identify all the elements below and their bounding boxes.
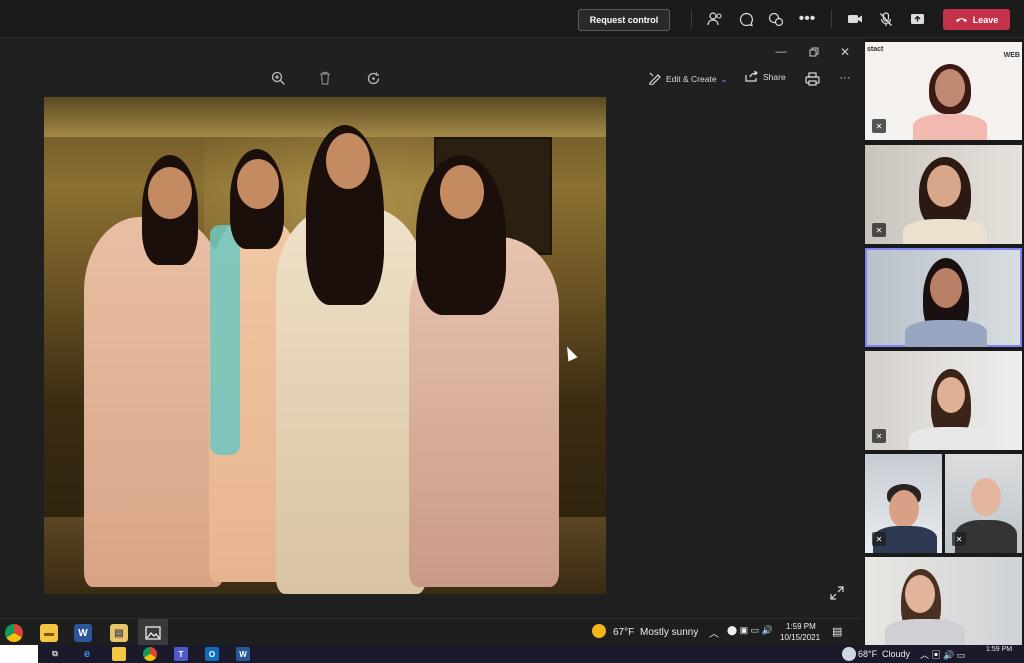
divider [831,10,832,28]
request-control-button[interactable]: Request control [578,9,670,31]
local-taskbar: ⧉ e T O W 68°F Cloudy ︿ ▣ 🔊 ▭ 1:59 PM [0,645,1024,663]
participant-face [927,165,961,207]
weather-temp[interactable]: 67°F [613,627,634,638]
participant-body [885,619,965,647]
edit-create-label: Edit & Create [666,74,717,84]
folder-icon[interactable]: ▬ [40,624,58,642]
logo-text: stact [867,46,884,53]
mic-off-icon: ✕ [872,532,886,546]
weather-text[interactable]: Mostly sunny [640,627,698,638]
participant-face [889,490,919,528]
camera-icon[interactable] [846,10,864,28]
participant-tile[interactable]: ✕ [945,454,1022,553]
share-button[interactable]: Share [745,70,786,84]
phone-icon [955,15,968,25]
chevron-up-icon[interactable]: ︿ [709,625,719,640]
photos-icon [145,625,161,640]
outlook-icon[interactable]: O [205,647,219,661]
weather-sunny-icon[interactable] [592,624,606,638]
edit-create-button[interactable]: Edit & Create ⌄ [648,71,727,87]
divider [691,10,692,28]
participant-tile[interactable]: ✕ [865,351,1022,450]
participant-body [913,114,987,140]
photos-app-window: — ✕ Edit & Create ⌄ Share ··· [0,39,862,618]
photos-taskbar-button[interactable] [138,619,168,646]
participant-face [971,478,1001,516]
more-icon[interactable]: ··· [836,69,854,87]
photo-face [326,133,370,189]
weather-temp[interactable]: 68°F [858,649,877,659]
participant-body [903,219,987,244]
participant-body [905,320,987,347]
tray-icons[interactable]: ⬤ ▣ ▭ 🔊 [727,625,773,636]
minimize-icon[interactable]: — [773,44,789,60]
share-label: Share [763,72,786,82]
weather-cloudy-icon[interactable] [842,647,856,661]
teams-meeting-bar: Request control ••• Leave [0,0,1024,38]
photo-figure [84,217,224,587]
delete-icon[interactable] [316,69,334,87]
mic-off-icon[interactable] [877,10,895,28]
participant-body [909,427,993,450]
close-icon[interactable]: ✕ [837,44,853,60]
word-icon[interactable]: W [74,624,92,642]
chevron-down-icon: ⌄ [720,74,728,84]
word-icon[interactable]: W [236,647,250,661]
participant-tile[interactable]: ✕ [865,454,942,553]
participant-face [937,377,965,413]
weather-text[interactable]: Cloudy [882,649,910,659]
share-icon [745,70,759,84]
participant-gallery: stact WEB ✕ ✕ ✕ ✕ ✕ [864,39,1024,663]
print-icon[interactable] [803,70,821,88]
participant-tile[interactable]: ✕ [865,145,1022,244]
people-icon[interactable] [706,10,724,28]
participant-tile[interactable] [865,557,1022,647]
photo-face [148,167,192,219]
mic-off-icon: ✕ [872,429,886,443]
photo-dupatta [210,225,240,455]
clock-date[interactable]: 10/15/2021 [780,633,820,642]
clock-time[interactable]: 1:59 PM [786,622,816,631]
edit-icon [648,71,662,87]
zoom-in-icon[interactable] [269,69,287,87]
participant-tile[interactable]: stact WEB ✕ [865,42,1022,140]
restore-icon[interactable] [806,44,822,60]
folder-icon[interactable] [112,647,126,661]
clock-time[interactable]: 1:59 PM [986,646,1012,653]
participant-face [905,575,935,613]
search-box[interactable] [0,645,38,663]
leave-label: Leave [972,14,999,25]
chrome-icon[interactable] [5,624,23,642]
mic-off-icon: ✕ [872,223,886,237]
participant-face [930,268,962,308]
displayed-photo [44,97,606,594]
leave-button[interactable]: Leave [943,9,1010,30]
mic-off-icon: ✕ [952,532,966,546]
photo-face [237,159,279,209]
remote-taskbar: ▬ W ▤ 67°F Mostly sunny ︿ ⬤ ▣ ▭ 🔊 1:59 P… [0,618,862,646]
rotate-icon[interactable] [364,69,382,87]
chat-icon[interactable] [737,10,755,28]
share-screen-icon[interactable] [908,10,926,28]
participant-face [935,69,965,107]
photo-face [440,165,484,219]
teams-icon[interactable]: T [174,647,188,661]
task-view-icon[interactable]: ⧉ [48,647,62,661]
chrome-icon[interactable] [143,647,157,661]
expand-icon[interactable] [828,584,846,602]
photo-ceiling [44,97,606,137]
file-explorer-icon[interactable]: ▤ [110,624,128,642]
reactions-icon[interactable] [767,10,785,28]
tray-icons[interactable]: ︿ ▣ 🔊 ▭ [920,648,965,661]
edge-icon[interactable]: e [80,647,94,661]
window-titlebar: — ✕ [0,39,862,65]
participant-tile-active[interactable] [865,248,1022,347]
logo-text: WEB [1003,52,1020,59]
notifications-icon[interactable]: ▤ [832,625,842,638]
more-icon[interactable]: ••• [798,10,816,28]
mic-off-icon: ✕ [872,119,886,133]
